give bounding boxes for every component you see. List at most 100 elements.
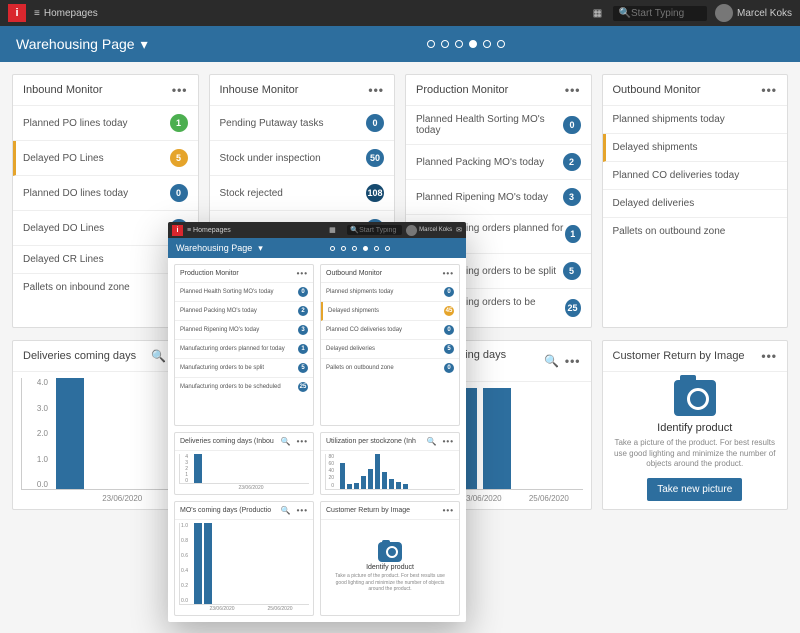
search-icon[interactable]: 🔍 — [281, 437, 291, 446]
alert-icon[interactable]: ✉ — [456, 226, 462, 234]
list-item[interactable]: Stock rejected108 — [210, 176, 395, 211]
card-title: Production Monitor — [180, 270, 239, 277]
take-picture-button[interactable]: Take new picture — [647, 478, 742, 501]
avatar[interactable] — [406, 225, 417, 236]
pager[interactable] — [263, 246, 458, 251]
bar-chart: 4.03.02.01.00.0 — [21, 378, 190, 490]
list-item[interactable]: Planned Ripening MO's today3 — [406, 180, 591, 215]
list-item[interactable]: Pallets on outbound zone0 — [321, 359, 459, 377]
overlay-topbar: i ≡ Homepages ▦ 🔍 Marcel Koks ✉ — [168, 222, 466, 238]
app-logo: i — [172, 225, 183, 236]
list-item[interactable]: Manufacturing orders to be split5 — [175, 359, 313, 378]
more-icon[interactable]: ••• — [443, 437, 454, 446]
user-name[interactable]: Marcel Koks — [737, 8, 792, 19]
list-item[interactable]: Delayed deliveries — [603, 190, 788, 218]
more-icon[interactable]: ••• — [761, 83, 777, 97]
page-title[interactable]: Warehousing Page ▾ — [16, 36, 148, 53]
more-icon[interactable]: ••• — [761, 349, 777, 363]
camera-icon — [378, 542, 402, 562]
overlay-mo-chart: MO's coming days (Productio 🔍 ••• 1.00.80.… — [174, 501, 314, 616]
card-title: Outbound Monitor — [326, 270, 382, 277]
search-icon[interactable]: 🔍 — [544, 354, 559, 368]
list-item[interactable]: Planned Health Sorting MO's today0 — [406, 106, 591, 145]
overlay-outbound: Outbound Monitor ••• Planned shipments to… — [320, 264, 460, 426]
list-item[interactable]: Planned Packing MO's today2 — [406, 145, 591, 180]
menu-icon[interactable]: ≡ — [34, 8, 40, 19]
pager[interactable] — [148, 40, 784, 48]
overlay-header: Warehousing Page ▾ — [168, 238, 466, 258]
list-item[interactable]: Planned Health Sorting MO's today0 — [175, 283, 313, 302]
overlay-window: i ≡ Homepages ▦ 🔍 Marcel Koks ✉ Warehous… — [168, 222, 466, 622]
card-title: Deliveries coming days (Inbou — [180, 438, 274, 445]
card-title: Customer Return by Image — [613, 350, 745, 362]
more-icon[interactable]: ••• — [297, 506, 308, 515]
card-title: Inhouse Monitor — [220, 84, 299, 96]
more-icon[interactable]: ••• — [368, 83, 384, 97]
search-input[interactable] — [359, 227, 399, 234]
camera-icon — [674, 380, 716, 416]
grid-icon[interactable]: ▦ — [323, 222, 341, 239]
list-item[interactable]: Delayed shipments45 — [321, 302, 459, 321]
list-item[interactable]: Planned Packing MO's today2 — [175, 302, 313, 321]
user-name[interactable]: Marcel Koks — [419, 227, 452, 233]
customer-return-card: Customer Return by Image••• Identify pro… — [602, 340, 789, 510]
search-icon: 🔍 — [619, 8, 631, 19]
camera-desc: Take a picture of the product. For best … — [329, 573, 451, 593]
list-item[interactable]: Pallets on outbound zone — [603, 218, 788, 245]
more-icon[interactable]: ••• — [565, 83, 581, 97]
chevron-down-icon: ▾ — [141, 36, 148, 53]
card-title: MO's coming days (Productio — [180, 507, 271, 514]
breadcrumb[interactable]: Homepages — [193, 227, 231, 234]
bar-chart: 1.00.80.60.40.20.0 — [179, 523, 309, 605]
more-icon[interactable]: ••• — [297, 269, 308, 278]
list-item[interactable]: Delayed shipments — [603, 134, 788, 162]
camera-desc: Take a picture of the product. For best … — [611, 438, 780, 469]
list-item[interactable]: Manufacturing orders planned for today1 — [175, 340, 313, 359]
search-icon[interactable]: 🔍 — [281, 506, 291, 515]
search-icon[interactable]: 🔍 — [427, 437, 437, 446]
search-icon: 🔍 — [350, 226, 359, 234]
overlay-production: Production Monitor ••• Planned Health Sor… — [174, 264, 314, 426]
topbar: i ≡ Homepages ▦ 🔍 Marcel Koks — [0, 0, 800, 26]
search-box[interactable]: 🔍 — [347, 225, 402, 235]
camera-heading: Identify product — [366, 564, 414, 571]
list-item[interactable]: Planned DO lines today0 — [13, 176, 198, 211]
list-item[interactable]: Planned CO deliveries today — [603, 162, 788, 190]
card-title: Inbound Monitor — [23, 84, 103, 96]
list-item[interactable]: Planned PO lines today1 — [13, 106, 198, 141]
page-title[interactable]: Warehousing Page ▾ — [176, 243, 263, 254]
breadcrumb[interactable]: ≡ Homepages — [34, 8, 98, 19]
more-icon[interactable]: ••• — [297, 437, 308, 446]
list-item[interactable]: Manufacturing orders to be scheduled25 — [175, 378, 313, 396]
card-title: Utilization per stockzone (Inh — [326, 438, 416, 445]
bar-chart: 43210 — [179, 454, 309, 484]
list-item[interactable]: Delayed deliveries5 — [321, 340, 459, 359]
more-icon[interactable]: ••• — [443, 269, 454, 278]
menu-icon[interactable]: ≡ — [187, 227, 191, 234]
more-icon[interactable]: ••• — [565, 354, 581, 368]
card-title: Outbound Monitor — [613, 84, 701, 96]
card-title: Deliveries coming days — [23, 350, 136, 362]
more-icon[interactable]: ••• — [443, 506, 454, 515]
list-item[interactable]: Planned shipments today0 — [321, 283, 459, 302]
card-title: Production Monitor — [416, 84, 508, 96]
overlay-camera: Customer Return by Image ••• Identify pro… — [320, 501, 460, 616]
grid-icon[interactable]: ▦ — [589, 4, 607, 22]
search-icon[interactable]: 🔍 — [151, 349, 166, 363]
bar-chart: 806040200 — [325, 454, 455, 490]
app-logo: i — [8, 4, 26, 22]
list-item[interactable]: Pending Putaway tasks0 — [210, 106, 395, 141]
list-item[interactable]: Planned Ripening MO's today3 — [175, 321, 313, 340]
more-icon[interactable]: ••• — [172, 83, 188, 97]
list-item[interactable]: Stock under inspection50 — [210, 141, 395, 176]
avatar[interactable] — [715, 4, 733, 22]
list-item[interactable]: Delayed PO Lines5 — [13, 141, 198, 176]
list-item[interactable]: Planned shipments today — [603, 106, 788, 134]
page-header: Warehousing Page ▾ — [0, 26, 800, 62]
overlay-deliveries-chart: Deliveries coming days (Inbou🔍••• 43210 … — [174, 432, 314, 495]
list-item[interactable]: Planned CO deliveries today0 — [321, 321, 459, 340]
outbound-card: Outbound Monitor ••• Planned shipments to… — [602, 74, 789, 328]
search-box[interactable]: 🔍 — [613, 6, 707, 21]
card-title: Customer Return by Image — [326, 507, 410, 514]
search-input[interactable] — [631, 8, 701, 19]
